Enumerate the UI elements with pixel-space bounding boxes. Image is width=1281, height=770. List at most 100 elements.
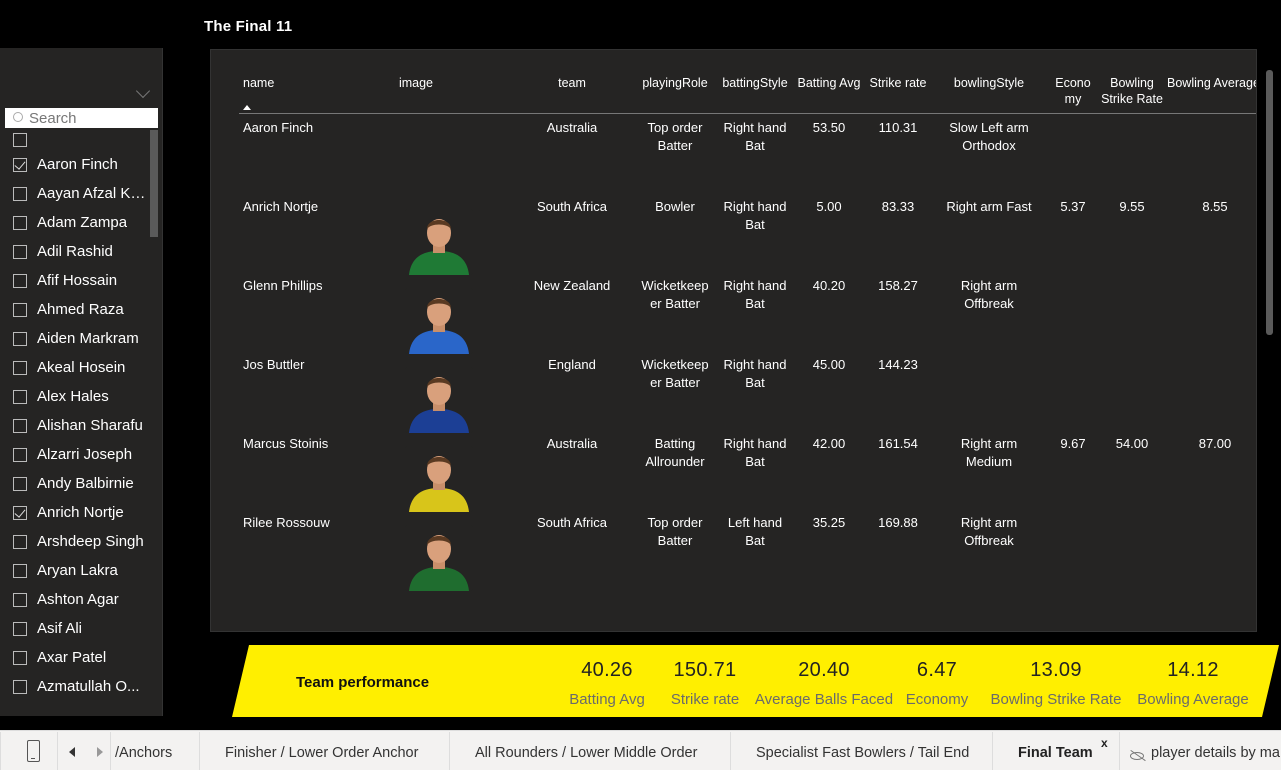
tab-separator: [730, 732, 731, 770]
checkbox[interactable]: [13, 360, 27, 375]
checkbox[interactable]: [13, 389, 27, 404]
slicer-item[interactable]: Asif Ali: [0, 614, 150, 643]
slicer-item-label: Arshdeep Singh: [37, 533, 144, 550]
table-row[interactable]: Marcus Stoinis Australia Batting Allrounder…: [211, 366, 1256, 512]
slicer-item[interactable]: Adil Rashid: [0, 237, 150, 266]
checkbox[interactable]: [13, 186, 27, 201]
slicer-item[interactable]: Aryan Lakra: [0, 556, 150, 585]
chevron-down-icon[interactable]: [135, 83, 151, 99]
tab-all-rounders[interactable]: All Rounders / Lower Middle Order: [475, 745, 697, 761]
slicer-item-label: Aaron Finch: [37, 156, 118, 173]
search-icon: [5, 108, 29, 128]
checkbox[interactable]: [13, 621, 27, 636]
checkbox[interactable]: [13, 215, 27, 230]
tab-finisher[interactable]: Finisher / Lower Order Anchor: [225, 745, 418, 761]
search-input[interactable]: [29, 109, 154, 127]
slicer-item-label: Akeal Hosein: [37, 359, 126, 376]
slicer-item[interactable]: Aiden Markram: [0, 324, 150, 353]
player-slicer: Aaron Finch Aayan Afzal Kh... Adam Zampa Ad…: [0, 48, 163, 716]
slicer-item[interactable]: Aayan Afzal Kh...: [0, 179, 150, 208]
checkbox[interactable]: [13, 650, 27, 665]
checkbox[interactable]: [13, 244, 27, 259]
checkbox[interactable]: [13, 534, 27, 549]
slicer-list: Aaron Finch Aayan Afzal Kh... Adam Zampa Ad…: [0, 130, 150, 701]
mobile-layout-icon[interactable]: [27, 740, 40, 762]
slicer-item[interactable]: Arshdeep Singh: [0, 527, 150, 556]
close-tab-icon[interactable]: x: [1101, 736, 1108, 750]
cell-batting-style-line2: Bat: [745, 533, 765, 548]
cell-batting-style-line1: Left hand: [727, 515, 783, 530]
kpi-card: 14.12 Bowling Average: [1113, 659, 1273, 708]
slicer-item-label: Azmatullah O...: [37, 678, 140, 695]
tab-separator: [992, 732, 993, 770]
slicer-item[interactable]: Alishan Sharafu: [0, 411, 150, 440]
slicer-item-label: Afif Hossain: [37, 272, 118, 289]
team-performance-banner: Team performance 40.26 Batting Avg 150.71 S…: [232, 645, 1279, 717]
checkbox[interactable]: [13, 133, 27, 147]
previous-page-icon[interactable]: [69, 747, 75, 757]
slicer-item[interactable]: Alzarri Joseph: [0, 440, 150, 469]
table-row[interactable]: Aaron Finch Australia Top order Batter Right…: [211, 50, 1256, 153]
cell-name: Rilee Rossouw: [243, 515, 330, 530]
tab-separator: [1119, 732, 1120, 770]
slicer-item[interactable]: Afif Hossain: [0, 266, 150, 295]
checkbox[interactable]: [13, 563, 27, 578]
slicer-item[interactable]: Andy Balbirnie: [0, 469, 150, 498]
table-row[interactable]: Anrich Nortje South Africa Bowler Right han…: [211, 129, 1256, 275]
slicer-item-label: Alishan Sharafu: [37, 417, 143, 434]
tab-separator: [110, 732, 111, 770]
slicer-item[interactable]: Ashton Agar: [0, 585, 150, 614]
tab-anchors[interactable]: /Anchors: [115, 745, 172, 761]
table-row[interactable]: Jos Buttler England Wicketkeep er Batter Rig…: [211, 287, 1256, 433]
slicer-item-label: Adam Zampa: [37, 214, 128, 231]
slicer-item-label: Adil Rashid: [37, 243, 113, 260]
checkbox[interactable]: [13, 331, 27, 346]
table-row[interactable]: Rilee Rossouw South Africa Top order Batter…: [211, 445, 1256, 591]
checkbox[interactable]: [13, 273, 27, 288]
kpi-label: Bowling Strike Rate: [990, 691, 1122, 708]
cell-batting-style: Left hand Bat: [719, 514, 791, 550]
slicer-item[interactable]: Adam Zampa: [0, 208, 150, 237]
slicer-item-label: Ahmed Raza: [37, 301, 124, 318]
checkbox-checked[interactable]: [13, 157, 27, 172]
checkbox[interactable]: [13, 447, 27, 462]
table-row[interactable]: Glenn Phillips New Zealand Wicketkeep er Ba…: [211, 208, 1256, 354]
table-scrollbar[interactable]: [1266, 70, 1273, 335]
slicer-item[interactable]: Aaron Finch: [0, 150, 150, 179]
kpi-label: Bowling Average: [1137, 691, 1249, 708]
slicer-item[interactable]: Akeal Hosein: [0, 353, 150, 382]
checkbox-checked[interactable]: [13, 505, 27, 520]
slicer-item-label: Anrich Nortje: [37, 504, 124, 521]
checkbox[interactable]: [13, 418, 27, 433]
kpi-value: 13.09: [1030, 659, 1082, 681]
slicer-scrollbar[interactable]: [150, 130, 158, 237]
tab-separator: [449, 732, 450, 770]
checkbox[interactable]: [13, 302, 27, 317]
slicer-item[interactable]: Alex Hales: [0, 382, 150, 411]
tab-fast-bowlers[interactable]: Specialist Fast Bowlers / Tail End: [756, 745, 969, 761]
slicer-item-label: Aiden Markram: [37, 330, 139, 347]
checkbox[interactable]: [13, 592, 27, 607]
slicer-item[interactable]: Axar Patel: [0, 643, 150, 672]
slicer-item-label: Alzarri Joseph: [37, 446, 133, 463]
slicer-item[interactable]: [0, 130, 150, 150]
cell-batting-avg: 35.25: [812, 515, 846, 530]
slicer-item[interactable]: Ahmed Raza: [0, 295, 150, 324]
tab-final-team[interactable]: Final Team: [1018, 745, 1093, 761]
slicer-item-label: Alex Hales: [37, 388, 109, 405]
checkbox[interactable]: [13, 476, 27, 491]
checkbox[interactable]: [13, 679, 27, 694]
cell-playing-role: Top order Batter: [637, 514, 713, 550]
cell-bowling-style-line1: Right arm: [960, 515, 1018, 530]
next-page-icon[interactable]: [97, 747, 103, 757]
tab-separator: [57, 732, 58, 770]
tab-player-details[interactable]: player details by ma: [1151, 745, 1280, 761]
slicer-item-label: Axar Patel: [37, 649, 107, 666]
slicer-item-label: Andy Balbirnie: [37, 475, 134, 492]
slicer-item[interactable]: Anrich Nortje: [0, 498, 150, 527]
search-box[interactable]: [5, 108, 158, 128]
kpi-card: 13.09 Bowling Strike Rate: [976, 659, 1136, 708]
slicer-item[interactable]: Azmatullah O...: [0, 672, 150, 701]
slicer-item-label: Ashton Agar: [37, 591, 119, 608]
tab-separator: [199, 732, 200, 770]
